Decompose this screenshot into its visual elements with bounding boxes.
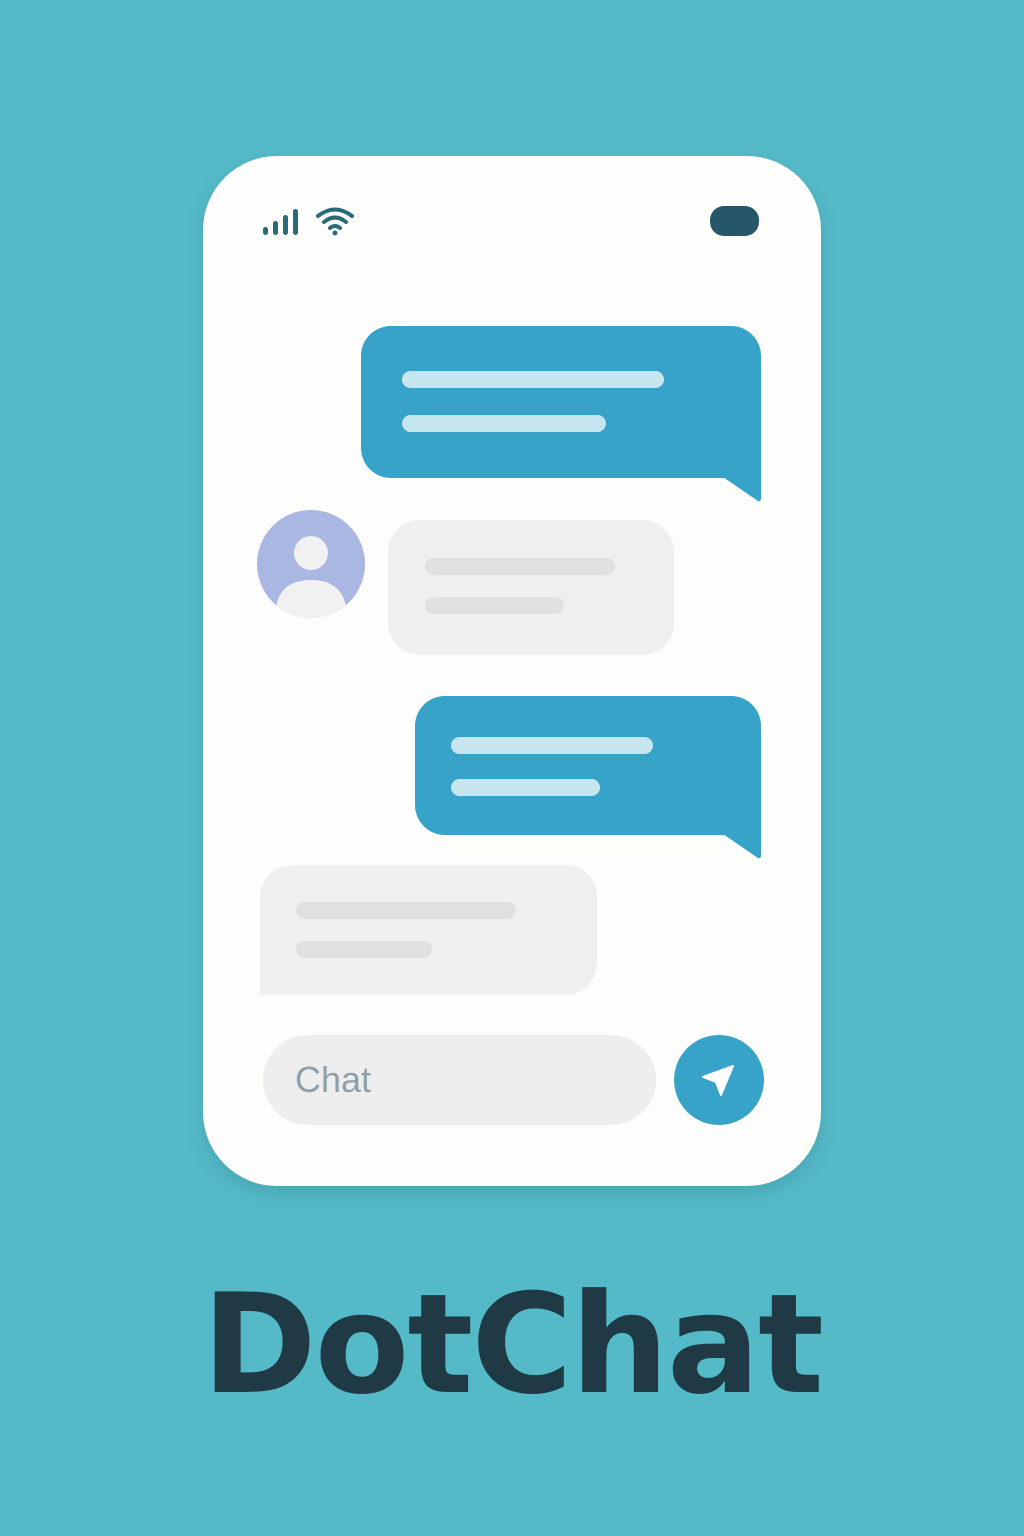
bubble-tail <box>723 834 761 859</box>
phone-frame <box>203 156 821 1186</box>
paper-plane-icon <box>702 1065 734 1096</box>
message-text-line <box>425 558 615 575</box>
message-text-line <box>451 737 653 754</box>
outgoing-message-bubble <box>415 696 761 835</box>
bubble-tail <box>723 477 761 502</box>
chat-input[interactable] <box>263 1035 656 1125</box>
message-text-line <box>296 941 432 958</box>
outgoing-message-bubble <box>361 326 761 478</box>
message-text-line <box>296 902 516 919</box>
signal-bars-icon <box>263 209 298 235</box>
message-text-line <box>402 415 606 432</box>
avatar <box>257 510 365 618</box>
send-button[interactable] <box>674 1035 764 1125</box>
battery-icon <box>710 206 759 236</box>
message-text-line <box>425 597 564 614</box>
message-text-line <box>451 779 600 796</box>
wifi-icon <box>316 207 354 236</box>
user-avatar-icon <box>275 536 347 618</box>
app-name-logo: DotChat <box>202 1264 824 1425</box>
incoming-message-bubble <box>388 520 674 655</box>
message-text-line <box>402 371 664 388</box>
incoming-message-bubble <box>260 865 597 995</box>
